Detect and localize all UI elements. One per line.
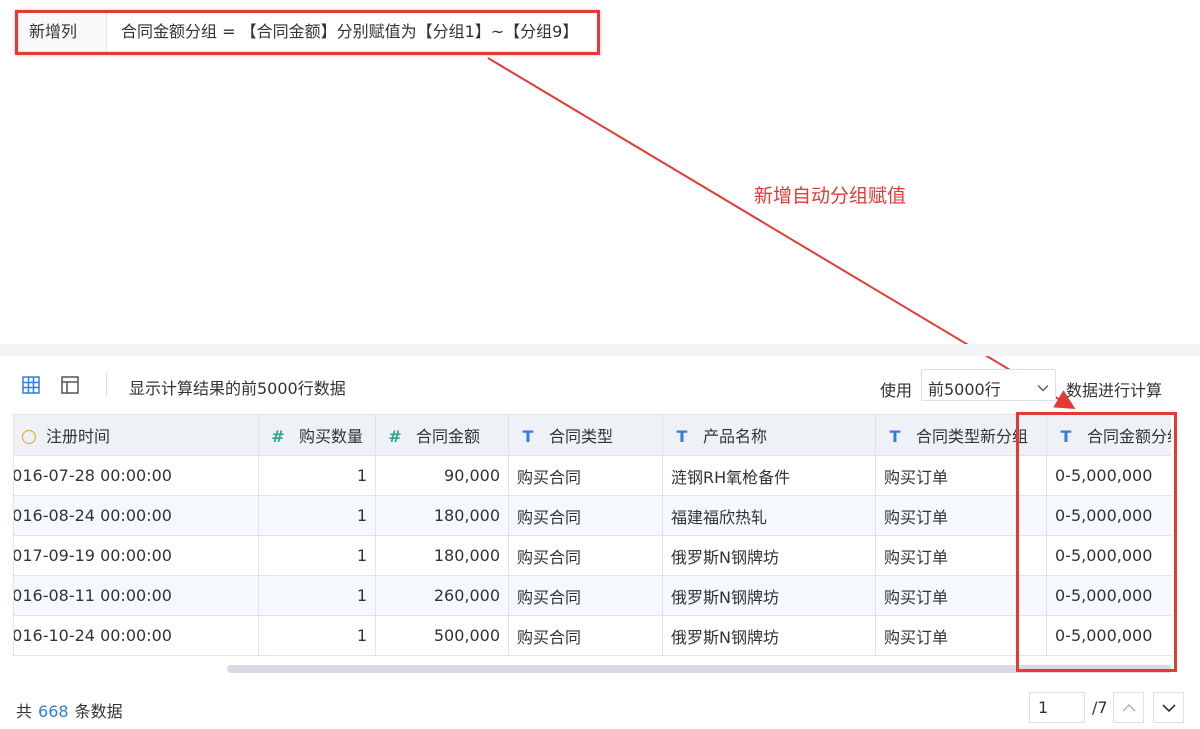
table-row: 2016-10-24 00:00:00 1 500,000 购买合同 俄罗斯N钢牌坊 购买…: [13, 615, 1171, 656]
table-cell[interactable]: 购买合同: [508, 455, 663, 496]
annotation-label: 新增自动分组赋值: [754, 185, 907, 207]
toolbar-divider: [106, 373, 107, 397]
table-cell[interactable]: 180,000: [375, 495, 509, 536]
column-header-label: 注册时间: [46, 427, 111, 446]
table-cell[interactable]: 2016-07-28 00:00:00: [13, 455, 259, 496]
table-row: 2016-07-28 00:00:00 1 90,000 购买合同 涟钢RH氧枪备件 购买…: [13, 455, 1171, 496]
column-header-label: 产品名称: [703, 427, 768, 446]
table-cell[interactable]: 1: [258, 535, 376, 576]
data-table-container: 注册时间#购买数量#合同金额T合同类型T产品名称T合同类型新分组T合同金额分组 …: [13, 414, 1171, 676]
table-cell[interactable]: 购买合同: [508, 615, 663, 656]
table-cell[interactable]: 1: [258, 615, 376, 656]
table-cell[interactable]: 2017-09-19 00:00:00: [13, 535, 259, 576]
table-cell[interactable]: 1: [258, 495, 376, 536]
text-type-icon: T: [522, 427, 534, 446]
column-header[interactable]: # 合同金额: [375, 414, 509, 456]
record-count-prefix: 共: [16, 702, 33, 721]
table-cell[interactable]: 1: [258, 455, 376, 496]
use-label: 使用: [880, 381, 913, 400]
section-divider: [0, 344, 1200, 356]
preview-toolbar: 显示计算结果的前5000行数据 使用 前5000行 数据进行计算: [0, 356, 1200, 414]
column-header-label: 合同类型: [549, 427, 614, 446]
highlight-box-column: [1016, 412, 1177, 672]
column-header[interactable]: # 购买数量: [258, 414, 376, 456]
column-header-label: 合同类型新分组: [916, 427, 1029, 446]
next-page-button[interactable]: [1153, 692, 1184, 723]
column-header[interactable]: T 合同类型: [508, 414, 663, 456]
record-count-suffix: 条数据: [74, 702, 123, 721]
column-header-label: 购买数量: [299, 427, 364, 446]
result-caption: 显示计算结果的前5000行数据: [129, 379, 346, 398]
text-type-icon: T: [889, 427, 901, 446]
table-row: 2016-08-24 00:00:00 1 180,000 购买合同 福建福欣热轧 购买订…: [13, 495, 1171, 536]
table-cell[interactable]: 260,000: [375, 575, 509, 616]
table-cell[interactable]: 涟钢RH氧枪备件: [662, 455, 876, 496]
table-cell[interactable]: 90,000: [375, 455, 509, 496]
table-cell[interactable]: 180,000: [375, 535, 509, 576]
record-count: 共 668 条数据: [16, 698, 123, 722]
column-header[interactable]: T 产品名称: [662, 414, 876, 456]
table-cell[interactable]: 2016-08-11 00:00:00: [13, 575, 259, 616]
page-total: /7: [1092, 698, 1108, 717]
column-header[interactable]: 注册时间: [13, 414, 259, 456]
calc-label: 数据进行计算: [1066, 381, 1163, 400]
table-row: 2016-08-11 00:00:00 1 260,000 购买合同 俄罗斯N钢牌坊 购买…: [13, 575, 1171, 616]
table-cell[interactable]: 2016-10-24 00:00:00: [13, 615, 259, 656]
highlight-box-formula: [15, 10, 600, 55]
row-limit-value: 前5000行: [928, 380, 1001, 399]
prev-page-button[interactable]: [1113, 692, 1144, 723]
row-limit-select[interactable]: 前5000行: [921, 369, 1056, 401]
layout-panel-icon[interactable]: [61, 376, 79, 394]
table-cell[interactable]: 俄罗斯N钢牌坊: [662, 615, 876, 656]
date-type-icon: [22, 430, 36, 444]
table-cell[interactable]: 1: [258, 575, 376, 616]
column-header-label: 合同金额: [416, 427, 481, 446]
table-cell[interactable]: 2016-08-24 00:00:00: [13, 495, 259, 536]
data-table: 注册时间#购买数量#合同金额T合同类型T产品名称T合同类型新分组T合同金额分组 …: [13, 414, 1171, 656]
table-cell[interactable]: 购买合同: [508, 495, 663, 536]
page-number-input[interactable]: 1: [1029, 692, 1085, 723]
table-cell[interactable]: 俄罗斯N钢牌坊: [662, 535, 876, 576]
number-type-icon: #: [271, 427, 285, 446]
table-cell[interactable]: 俄罗斯N钢牌坊: [662, 575, 876, 616]
table-cell[interactable]: 500,000: [375, 615, 509, 656]
table-cell[interactable]: 购买合同: [508, 535, 663, 576]
number-type-icon: #: [388, 427, 402, 446]
table-cell[interactable]: 购买合同: [508, 575, 663, 616]
record-count-value: 668: [38, 702, 69, 721]
chevron-down-icon: [1037, 379, 1049, 392]
table-grid-icon[interactable]: [22, 376, 40, 394]
table-row: 2017-09-19 00:00:00 1 180,000 购买合同 俄罗斯N钢牌坊 购买…: [13, 535, 1171, 576]
table-cell[interactable]: 福建福欣热轧: [662, 495, 876, 536]
text-type-icon: T: [676, 427, 688, 446]
table-header-row: 注册时间#购买数量#合同金额T合同类型T产品名称T合同类型新分组T合同金额分组: [13, 414, 1171, 456]
